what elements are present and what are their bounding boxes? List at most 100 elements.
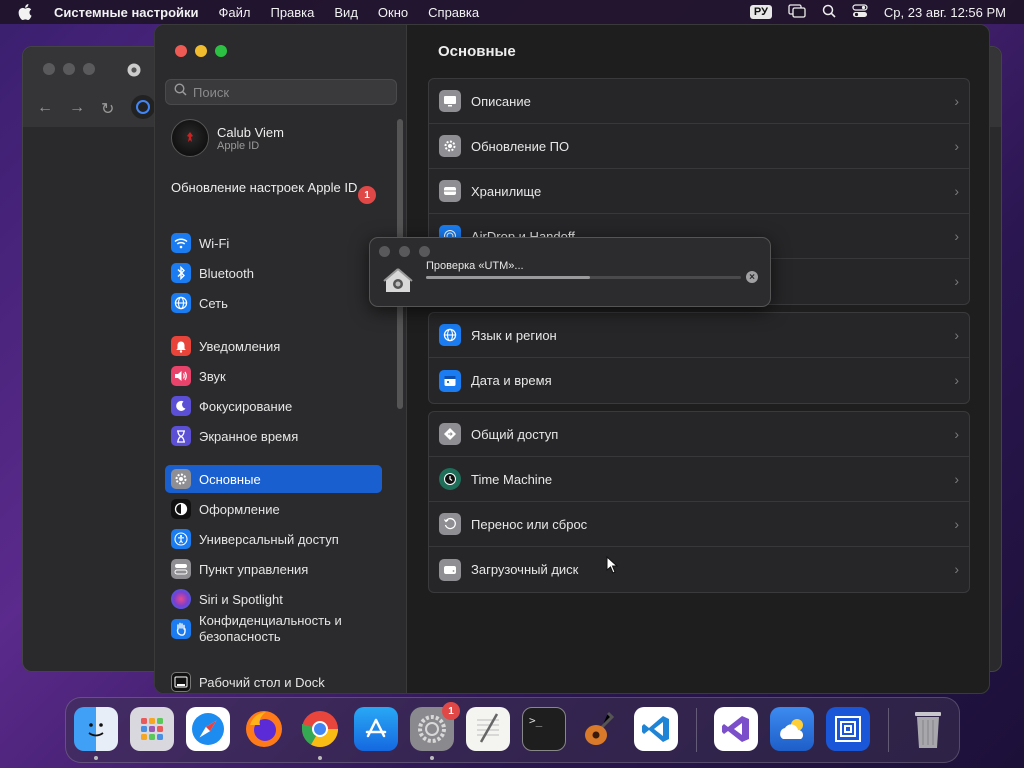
sidebar-item-label: Фокусирование: [199, 398, 293, 414]
sidebar-item-label: Siri и Spotlight: [199, 591, 283, 607]
sidebar-item-siri[interactable]: Siri и Spotlight: [165, 585, 382, 613]
chevron-right-icon: ›: [954, 183, 959, 199]
menu-file[interactable]: Файл: [219, 5, 251, 20]
sidebar-item-notifications[interactable]: Уведомления: [165, 332, 382, 360]
search-field[interactable]: [165, 79, 397, 105]
sidebar-item-bluetooth[interactable]: Bluetooth: [165, 259, 382, 287]
trash-icon[interactable]: [906, 707, 950, 751]
search-input[interactable]: [193, 84, 393, 100]
row-label: Загрузочный диск: [471, 562, 579, 577]
sidebar-item-screen-time[interactable]: Экранное время: [165, 422, 382, 450]
sidebar-item-network[interactable]: Сеть: [165, 289, 382, 317]
sidebar-item-label: Пункт управления: [199, 561, 309, 577]
dock-icon: [171, 672, 191, 692]
safari-icon[interactable]: [186, 707, 230, 751]
hand-icon: [171, 619, 191, 639]
apple-id-profile[interactable]: Calub Viem Apple ID: [171, 119, 284, 157]
terminal-icon[interactable]: >_: [522, 707, 566, 751]
row-label: Язык и регион: [471, 327, 557, 343]
row-language-region[interactable]: Язык и регион ›: [429, 313, 969, 358]
profile-name: Calub Viem: [217, 124, 284, 140]
menubar-clock[interactable]: Ср, 23 авг. 12:56 PM: [884, 5, 1006, 20]
browser-close-button[interactable]: [43, 63, 55, 75]
sidebar-item-wifi[interactable]: Wi-Fi: [165, 229, 382, 257]
launchpad-icon[interactable]: [130, 707, 174, 751]
apple-id-update-notice[interactable]: Обновление настроек Apple ID: [171, 180, 381, 196]
browser-minimize-button[interactable]: [63, 63, 75, 75]
chevron-right-icon: ›: [954, 372, 959, 388]
menu-help[interactable]: Справка: [428, 5, 479, 20]
row-sharing[interactable]: Общий доступ ›: [429, 412, 969, 457]
sidebar-item-label: Bluetooth: [199, 265, 254, 281]
sharing-icon: [439, 423, 461, 445]
sidebar-item-sound[interactable]: Звук: [165, 362, 382, 390]
firefox-icon[interactable]: [242, 707, 286, 751]
sidebar-item-focus[interactable]: Фокусирование: [165, 392, 382, 420]
bell-icon: [171, 336, 191, 356]
sidebar-item-desktop-dock[interactable]: Рабочий стол и Dock: [165, 668, 382, 693]
sidebar-item-general[interactable]: Основные: [165, 465, 382, 493]
chevron-right-icon: ›: [954, 138, 959, 154]
system-settings-window[interactable]: Calub Viem Apple ID Обновление настроек …: [154, 24, 990, 694]
globe-icon: [439, 324, 461, 346]
utm-icon[interactable]: [826, 707, 870, 751]
textedit-icon[interactable]: [466, 707, 510, 751]
spotlight-search-icon[interactable]: [822, 4, 836, 21]
verification-progress-dialog[interactable]: Проверка «UTM»... ×: [369, 237, 771, 307]
screen-mirroring-icon[interactable]: [788, 3, 806, 21]
menu-edit[interactable]: Правка: [270, 5, 314, 20]
cancel-verification-button[interactable]: ×: [746, 271, 758, 283]
visual-studio-icon[interactable]: [714, 707, 758, 751]
input-language-badge[interactable]: РУ: [749, 5, 772, 19]
appearance-icon: [171, 499, 191, 519]
dialog-message: Проверка «UTM»...: [426, 260, 524, 272]
chevron-right-icon: ›: [954, 273, 959, 289]
row-transfer-reset[interactable]: Перенос или сброс ›: [429, 502, 969, 547]
minimize-button[interactable]: [195, 45, 207, 57]
menu-window[interactable]: Окно: [378, 5, 408, 20]
garageband-icon[interactable]: [578, 707, 622, 751]
forward-arrow-icon[interactable]: →: [69, 99, 85, 117]
control-center-icon[interactable]: [852, 3, 868, 21]
chrome-tab-icon[interactable]: [127, 63, 141, 82]
chrome-icon[interactable]: [298, 707, 342, 751]
vscode-icon[interactable]: [634, 707, 678, 751]
row-software-update[interactable]: Обновление ПО ›: [429, 124, 969, 169]
running-indicator: [430, 756, 434, 760]
sidebar-item-accessibility[interactable]: Универсальный доступ: [165, 525, 382, 553]
app-store-icon[interactable]: [354, 707, 398, 751]
google-icon[interactable]: [131, 95, 155, 119]
moon-icon: [171, 396, 191, 416]
dock-separator: [888, 708, 889, 752]
menu-app-name[interactable]: Системные настройки: [54, 5, 199, 20]
sidebar-item-privacy[interactable]: Конфиденциальность и безопасность: [165, 611, 382, 647]
accessibility-icon: [171, 529, 191, 549]
row-about[interactable]: Описание ›: [429, 79, 969, 124]
row-time-machine[interactable]: Time Machine ›: [429, 457, 969, 502]
zoom-button[interactable]: [215, 45, 227, 57]
chevron-right-icon: ›: [954, 228, 959, 244]
row-startup-disk[interactable]: Загрузочный диск ›: [429, 547, 969, 592]
reload-icon[interactable]: ↻: [101, 99, 114, 119]
sidebar-item-control-center[interactable]: Пункт управления: [165, 555, 382, 583]
back-arrow-icon[interactable]: ←: [37, 99, 53, 117]
hourglass-icon: [171, 426, 191, 446]
weather-icon[interactable]: [770, 707, 814, 751]
row-date-time[interactable]: Дата и время ›: [429, 358, 969, 403]
browser-zoom-button[interactable]: [83, 63, 95, 75]
finder-icon[interactable]: [74, 707, 118, 751]
row-label: Перенос или сброс: [471, 516, 588, 532]
sidebar-item-appearance[interactable]: Оформление: [165, 495, 382, 523]
storage-icon: [439, 180, 461, 202]
close-button[interactable]: [175, 45, 187, 57]
globe-icon: [171, 293, 191, 313]
gatekeeper-house-icon: [382, 264, 414, 296]
row-storage[interactable]: Хранилище ›: [429, 169, 969, 214]
settings-group-locale: Язык и регион › Дата и время ›: [428, 312, 970, 404]
menu-view[interactable]: Вид: [334, 5, 358, 20]
dock: 1 >_: [65, 697, 960, 763]
apple-menu-icon[interactable]: [18, 4, 36, 20]
time-machine-icon: [439, 468, 461, 490]
content-pane: Основные Описание › Обновление ПО › Хран…: [408, 25, 989, 693]
sidebar-item-label: Уведомления: [199, 338, 281, 354]
